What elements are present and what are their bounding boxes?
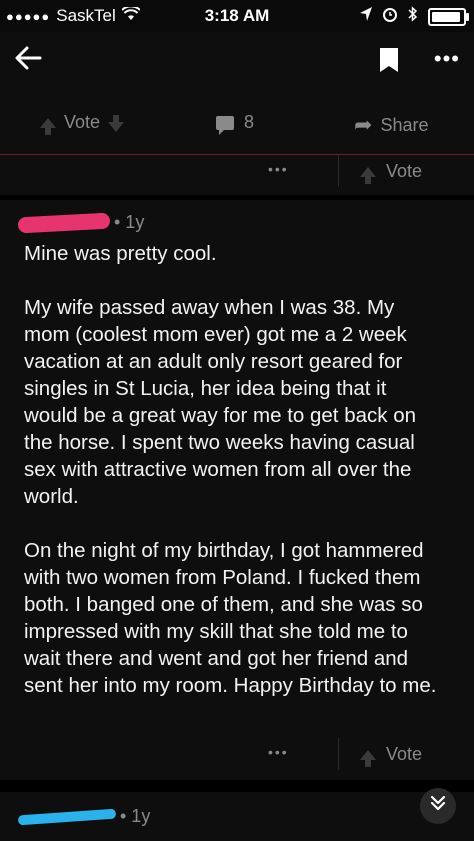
arrow-left-icon[interactable] xyxy=(14,44,42,78)
post-action-bar: Vote 8 ➦ Share xyxy=(0,92,474,154)
comment-paragraph: My wife passed away when I was 38. My mo… xyxy=(24,296,417,508)
comment-meta: • 1y xyxy=(17,212,145,233)
alarm-icon xyxy=(382,6,398,27)
comment-more-icon[interactable]: ••• xyxy=(268,161,289,177)
chevrons-down-icon xyxy=(429,794,447,818)
post-vote-group: Vote xyxy=(40,112,125,135)
comment-age: • 1y xyxy=(120,806,151,826)
more-icon[interactable]: ••• xyxy=(434,46,460,72)
share-label: Share xyxy=(380,114,429,135)
divider xyxy=(338,155,339,187)
downvote-icon[interactable] xyxy=(108,114,125,132)
comments-count: 8 xyxy=(244,112,255,132)
vote-label: Vote xyxy=(386,161,423,181)
comment-controls-row: ••• Vote xyxy=(0,155,474,195)
status-bar: ●●●●● SaskTel 3:18 AM xyxy=(0,0,474,32)
comment-controls-row: ••• Vote xyxy=(0,738,474,778)
comment-icon xyxy=(216,115,234,135)
comment-paragraph: Mine was pretty cool. xyxy=(24,242,217,265)
comment-meta: • 1y xyxy=(17,806,151,827)
vote-label: Vote xyxy=(386,744,423,764)
comment-more-icon[interactable]: ••• xyxy=(268,744,289,760)
upvote-icon[interactable] xyxy=(40,117,56,135)
comment-vote-button[interactable]: Vote xyxy=(360,744,423,767)
divider xyxy=(338,738,339,770)
comment-age: • 1y xyxy=(114,212,145,232)
battery-icon xyxy=(428,7,469,26)
nav-bar: ••• xyxy=(0,32,474,92)
comments-button[interactable]: 8 xyxy=(216,112,255,135)
scroll-down-button[interactable] xyxy=(420,788,456,824)
bookmark-icon[interactable] xyxy=(380,48,398,72)
bluetooth-icon xyxy=(408,6,418,27)
share-button[interactable]: ➦ Share xyxy=(354,112,428,138)
comment-body: Mine was pretty cool. My wife passed awa… xyxy=(24,240,444,699)
upvote-icon[interactable] xyxy=(360,749,376,767)
comment-paragraph: On the night of my birthday, I got hamme… xyxy=(24,539,437,697)
comment: • 1y Mine was pretty cool. My wife passe… xyxy=(0,200,474,780)
comment-vote-button[interactable]: Vote xyxy=(360,161,423,184)
redacted-username xyxy=(17,212,111,233)
share-icon: ➦ xyxy=(354,112,373,137)
status-icons xyxy=(360,6,469,27)
location-icon xyxy=(360,7,372,26)
redacted-username xyxy=(17,808,117,825)
vote-label: Vote xyxy=(64,112,101,132)
upvote-icon[interactable] xyxy=(360,166,376,184)
comment: • 1y xyxy=(0,792,474,841)
